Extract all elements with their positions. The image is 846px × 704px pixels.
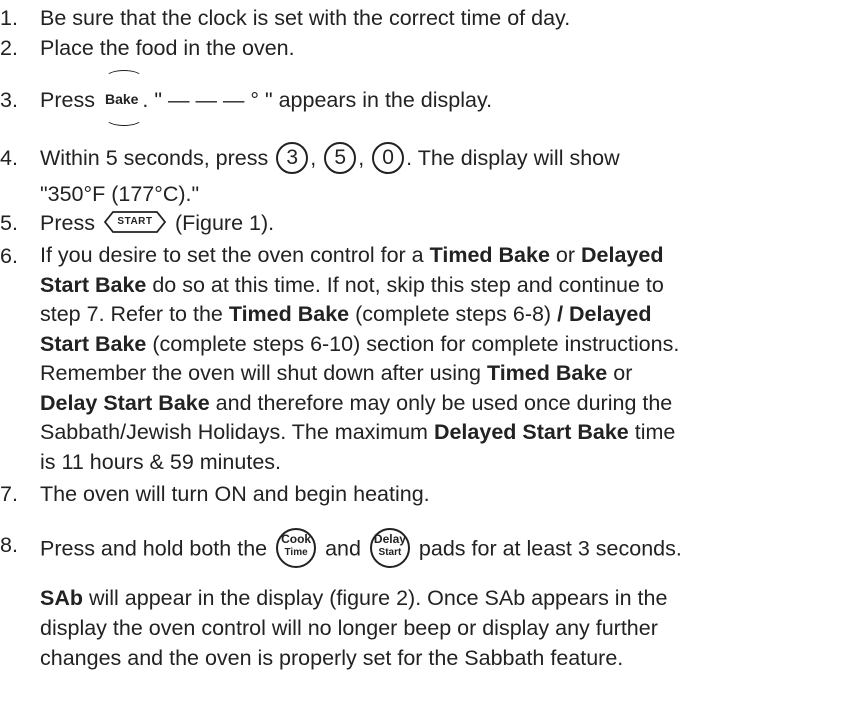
step-number: 1.: [0, 6, 18, 30]
start-pad-label: START: [117, 216, 153, 228]
digit-3-pad-icon: 3: [276, 142, 309, 175]
step-text-pre: Within 5 seconds, press: [40, 146, 269, 170]
step-text: time: [628, 420, 676, 444]
pad-label-bottom: Start: [378, 547, 402, 558]
step-text-line2: "350°F (177°C).": [40, 182, 200, 207]
bold-term: Delayed Start Bake: [433, 420, 629, 444]
step-text-post: pads for at least 3 seconds.: [418, 536, 682, 561]
bake-pad-label: Bake: [104, 91, 139, 108]
step-text: or: [549, 243, 581, 267]
step-text: display the oven control will no longer …: [40, 616, 658, 640]
digit-0-pad-icon: 0: [372, 142, 405, 175]
step-number: 6.: [0, 244, 18, 268]
step-number: 4.: [0, 146, 18, 170]
step-text: changes and the oven is properly set for…: [40, 646, 624, 670]
step-text-post: (Figure 1).: [174, 211, 275, 235]
bold-term: Start Bake: [40, 272, 147, 297]
step-text: Sabbath/Jewish Holidays. The maximum: [40, 420, 434, 444]
step-text-mid: and: [325, 536, 361, 561]
step-number: 2.: [0, 36, 18, 60]
pad-label-bottom: Time: [284, 547, 308, 558]
step-text-pre: Press and hold both the: [40, 536, 268, 561]
step-text: Place the food in the oven.: [40, 36, 295, 60]
bold-term: SAb: [40, 586, 83, 610]
bold-term: Delayed: [581, 243, 664, 267]
step-text-pre: Press: [40, 88, 95, 112]
cook-time-pad-icon: Cook Time: [276, 528, 317, 568]
step-number: 3.: [0, 88, 18, 112]
step-text: (complete steps 6-8): [349, 302, 558, 326]
step-text: (complete steps 6-10) section for comple…: [146, 331, 680, 356]
bold-term: Timed Bake: [429, 243, 550, 267]
step-text-post: . " — — — ° " appears in the display.: [142, 88, 493, 112]
step-text: Remember the oven will shut down after u…: [40, 361, 487, 385]
step-text-pre: Press: [40, 211, 95, 235]
bold-term: Delay Start Bake: [40, 390, 210, 415]
step-text: and therefore may only be used once duri…: [209, 390, 673, 415]
delay-start-pad-icon: Delay Start: [369, 528, 410, 568]
step-text: step 7. Refer to the: [40, 302, 229, 326]
bake-pad-icon: Bake: [103, 70, 143, 127]
digit-5-pad-icon: 5: [324, 142, 357, 175]
pad-label-top: Delay: [373, 532, 406, 546]
step-text: is 11 hours & 59 minutes.: [40, 449, 282, 474]
bold-term: / Delayed: [557, 302, 652, 326]
bold-term: Start Bake: [40, 331, 147, 356]
bold-term: Timed Bake: [228, 302, 350, 326]
pad-label-top: Cook: [281, 532, 312, 546]
step-text: Be sure that the clock is set with the c…: [40, 6, 571, 30]
step-number: 5.: [0, 211, 18, 235]
bold-term: Timed Bake: [486, 361, 608, 385]
step-text: If you desire to set the oven control fo…: [40, 243, 430, 267]
step-text: will appear in the display (figure 2). O…: [83, 586, 668, 610]
step-number: 7.: [0, 482, 18, 506]
step-text: or: [607, 361, 633, 385]
step-text-post: . The display will show: [406, 146, 620, 170]
step-number: 8.: [0, 533, 18, 557]
step-text: The oven will turn ON and begin heating.: [40, 482, 430, 506]
step-text: do so at this time. If not, skip this st…: [146, 272, 664, 297]
start-pad-icon: START: [103, 210, 167, 234]
instruction-page: 1. Be sure that the clock is set with th…: [0, 0, 846, 704]
